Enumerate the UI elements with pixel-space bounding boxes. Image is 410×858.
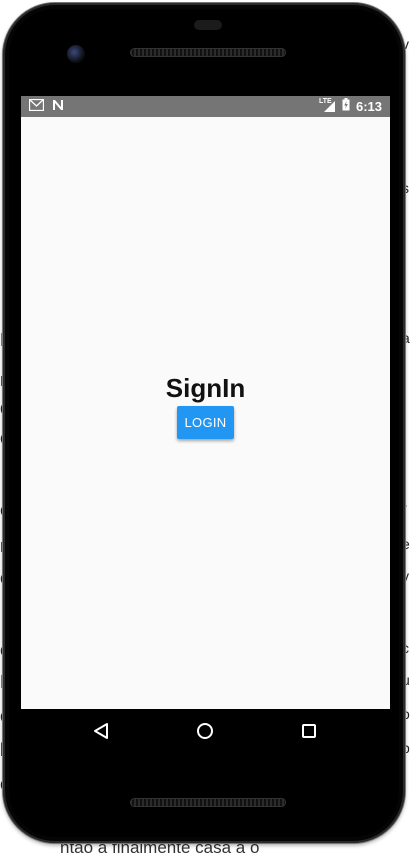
navigation-bar <box>21 709 390 753</box>
n-notification-icon <box>52 99 64 114</box>
sign-in-view: SignIn LOGIN <box>21 117 390 709</box>
login-button[interactable]: LOGIN <box>176 406 235 439</box>
proximity-sensor <box>194 20 222 30</box>
earpiece-speaker <box>130 48 286 57</box>
page-title: SignIn <box>165 373 246 403</box>
gmail-icon <box>28 98 45 114</box>
status-bar-notifications <box>28 98 64 114</box>
status-bar-system: LTE 6:13 <box>319 98 382 114</box>
home-icon[interactable] <box>193 719 217 743</box>
lte-signal-icon: LTE <box>319 98 336 113</box>
battery-charging-icon <box>342 98 350 114</box>
device-screen: LTE 6:13 SignIn LOGIN <box>21 96 390 709</box>
bottom-speaker <box>130 798 286 807</box>
recents-icon[interactable] <box>297 719 321 743</box>
status-bar: LTE 6:13 <box>21 96 390 117</box>
front-camera-icon <box>67 45 85 63</box>
back-icon[interactable] <box>89 719 113 743</box>
status-bar-time: 6:13 <box>355 98 382 114</box>
